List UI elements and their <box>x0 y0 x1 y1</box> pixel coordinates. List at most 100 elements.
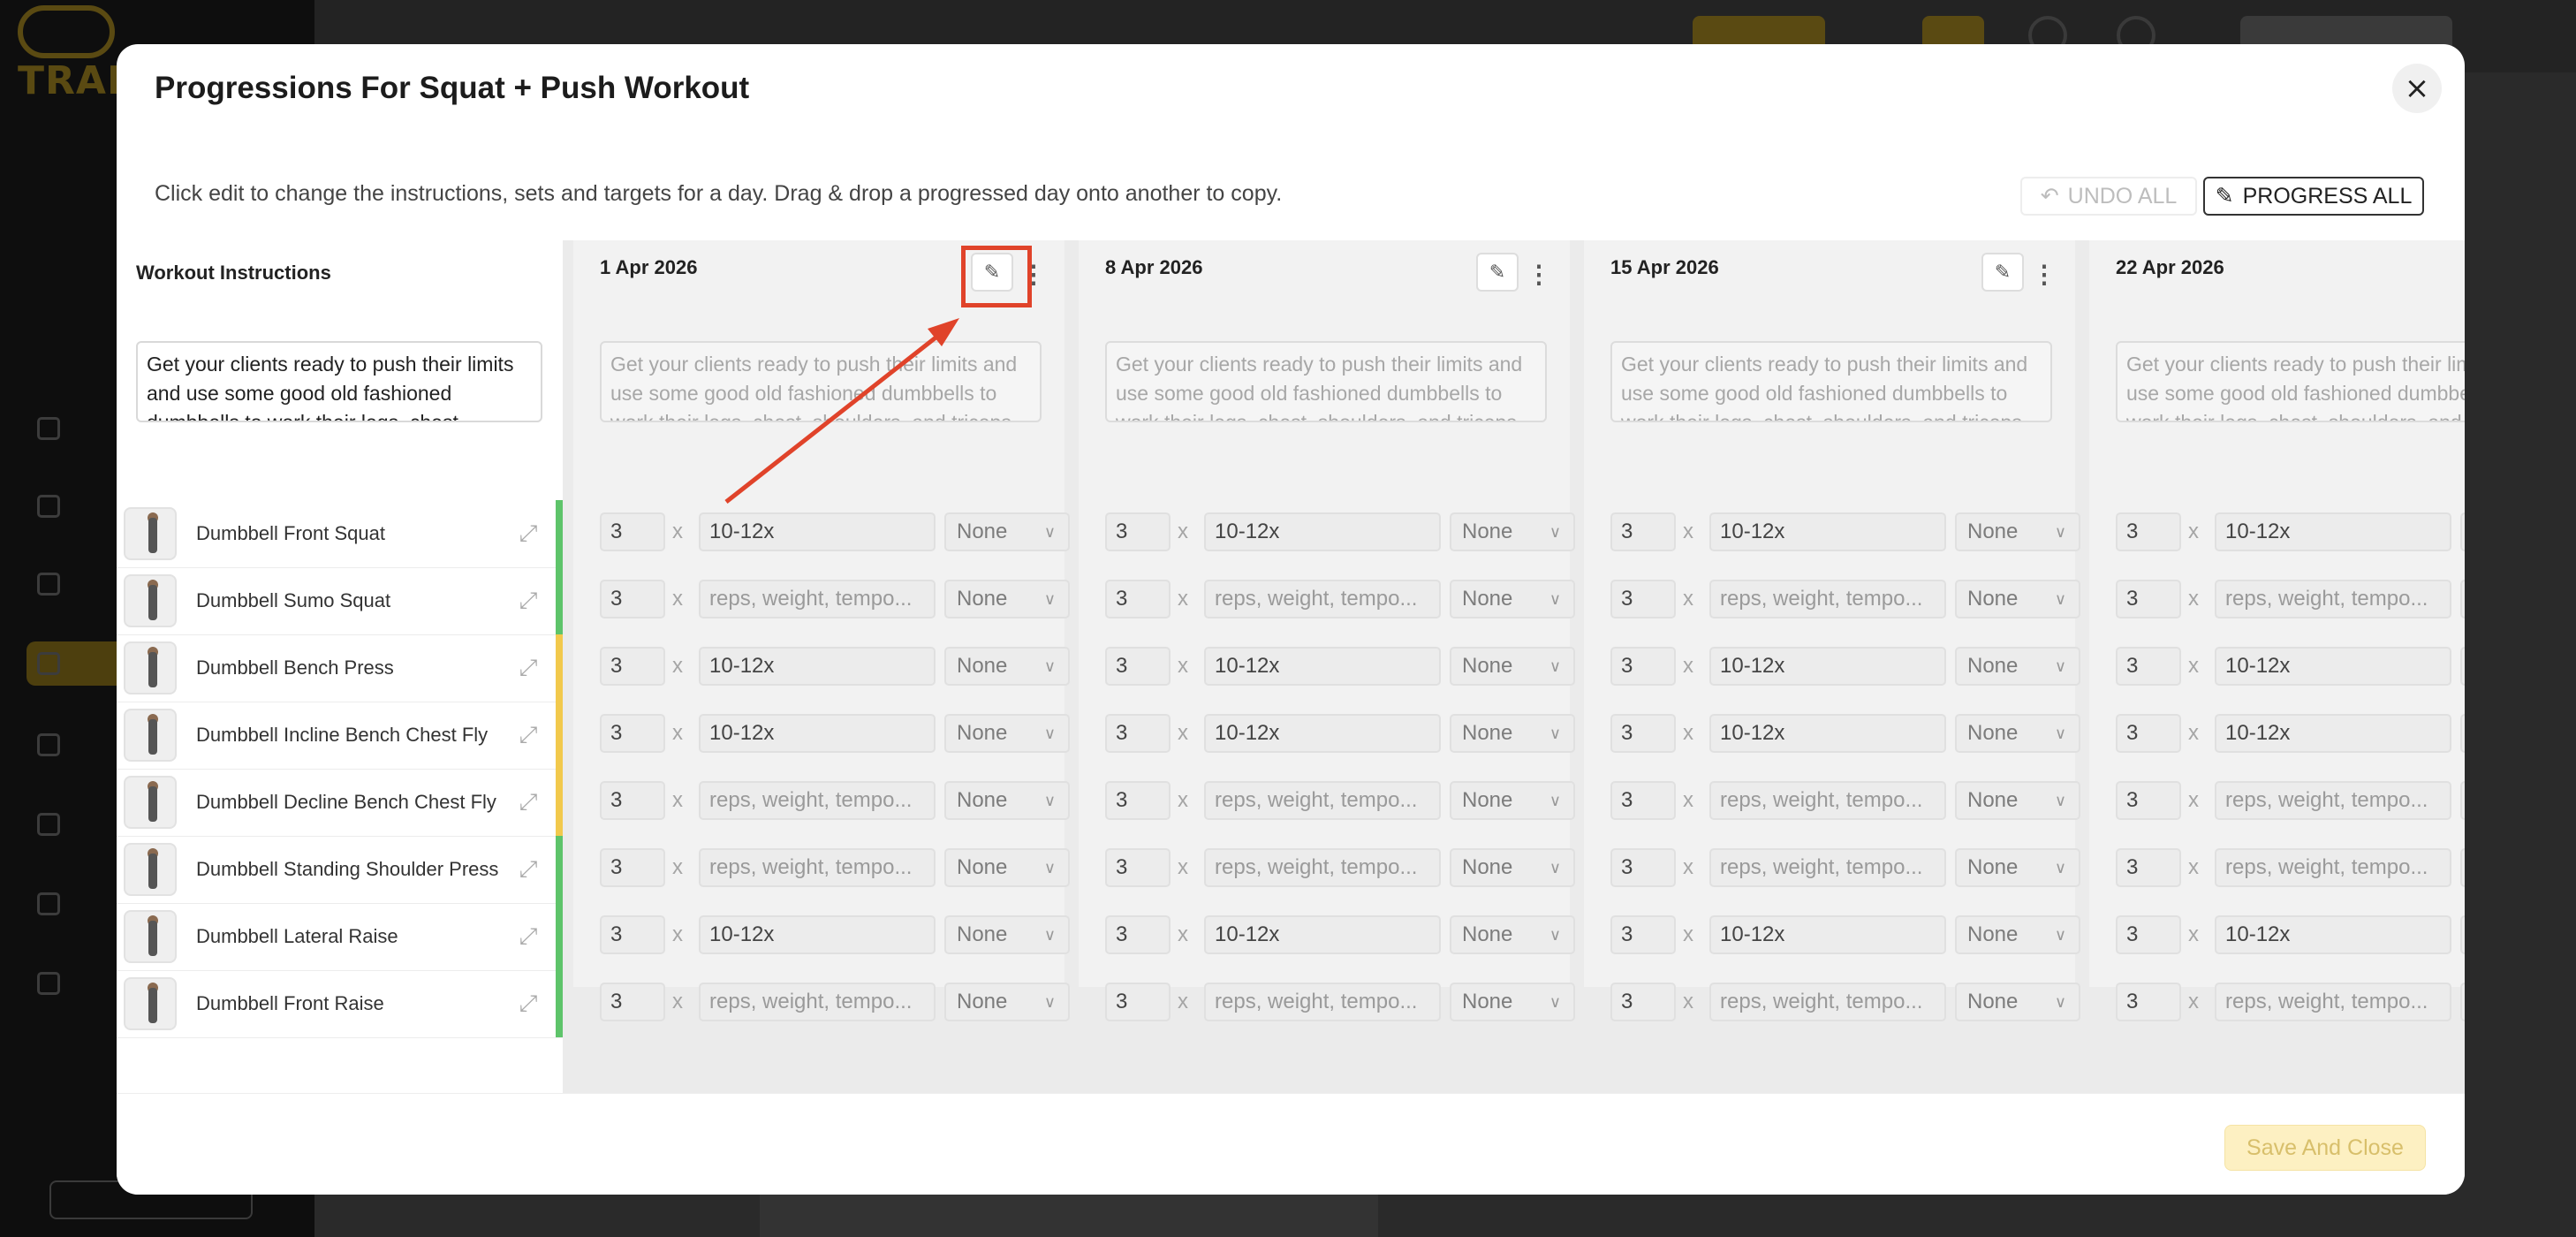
day-column[interactable]: 8 Apr 2026 ✎ ⋮ Get your clients ready to pu… <box>1079 240 1575 1021</box>
day-column[interactable]: 1 Apr 2026 ✎ ⋮ Get your clients ready to pu… <box>573 240 1070 1021</box>
type-select[interactable]: None∨ <box>1450 983 1575 1021</box>
sets-input[interactable]: 3 <box>1105 714 1171 753</box>
target-input[interactable]: 10-12x <box>699 647 936 686</box>
sets-input[interactable]: 3 <box>2116 848 2181 887</box>
type-select[interactable]: None∨ <box>944 781 1070 820</box>
target-input[interactable]: 10-12x <box>699 714 936 753</box>
target-input[interactable]: reps, weight, tempo... <box>699 848 936 887</box>
exercise-row[interactable]: Dumbbell Bench Press ⤢ <box>117 634 563 702</box>
sets-input[interactable]: 3 <box>1105 512 1171 551</box>
edit-day-button[interactable]: ✎ <box>1981 253 2024 292</box>
sets-input[interactable]: 3 <box>1610 781 1676 820</box>
type-select[interactable]: None∨ <box>944 647 1070 686</box>
exercise-row[interactable]: Dumbbell Sumo Squat ⤢ <box>117 567 563 634</box>
sets-input[interactable]: 3 <box>600 512 665 551</box>
target-input[interactable]: reps, weight, tempo... <box>1709 580 1946 618</box>
target-input[interactable]: 10-12x <box>1709 512 1946 551</box>
target-input[interactable]: 10-12x <box>2215 647 2451 686</box>
exercise-row[interactable]: Dumbbell Standing Shoulder Press ⤢ <box>117 836 563 903</box>
type-select[interactable]: None∨ <box>944 512 1070 551</box>
target-input[interactable]: reps, weight, tempo... <box>1204 983 1441 1021</box>
sets-input[interactable]: 3 <box>1610 915 1676 954</box>
sets-input[interactable]: 3 <box>2116 983 2181 1021</box>
type-select[interactable]: None∨ <box>1955 512 2080 551</box>
sets-input[interactable]: 3 <box>1105 915 1171 954</box>
day-instructions-input[interactable]: Get your clients ready to push their lim… <box>600 341 1042 422</box>
target-input[interactable]: reps, weight, tempo... <box>2215 580 2451 618</box>
sets-input[interactable]: 3 <box>2116 580 2181 618</box>
drag-handle-icon[interactable]: ⤢ <box>513 586 543 616</box>
drag-handle-icon[interactable]: ⤢ <box>513 854 543 884</box>
target-input[interactable]: 10-12x <box>699 512 936 551</box>
day-column[interactable]: 22 Apr 2026✎⋮Get your clients ready to p… <box>2089 240 2465 1021</box>
sets-input[interactable]: 3 <box>1105 983 1171 1021</box>
sets-input[interactable]: 3 <box>2116 647 2181 686</box>
exercise-row[interactable]: Dumbbell Decline Bench Chest Fly ⤢ <box>117 769 563 836</box>
edit-day-button[interactable]: ✎ <box>1476 253 1519 292</box>
kebab-icon[interactable]: ⋮ <box>1527 256 1551 292</box>
workout-instructions-input[interactable]: Get your clients ready to push their lim… <box>136 341 542 422</box>
target-input[interactable]: reps, weight, tempo... <box>2215 848 2451 887</box>
sets-input[interactable]: 3 <box>1610 983 1676 1021</box>
day-instructions-input[interactable]: Get your clients ready to push their lim… <box>2116 341 2465 422</box>
target-input[interactable]: 10-12x <box>2215 915 2451 954</box>
drag-handle-icon[interactable]: ⤢ <box>513 720 543 750</box>
type-select[interactable]: None∨ <box>2460 781 2465 820</box>
sets-input[interactable]: 3 <box>600 714 665 753</box>
sets-input[interactable]: 3 <box>600 781 665 820</box>
sets-input[interactable]: 3 <box>1105 781 1171 820</box>
sets-input[interactable]: 3 <box>1610 580 1676 618</box>
target-input[interactable]: reps, weight, tempo... <box>699 983 936 1021</box>
exercise-row[interactable]: Dumbbell Front Squat ⤢ <box>117 500 563 567</box>
type-select[interactable]: None∨ <box>1955 580 2080 618</box>
type-select[interactable]: None∨ <box>944 580 1070 618</box>
target-input[interactable]: reps, weight, tempo... <box>1204 781 1441 820</box>
type-select[interactable]: None∨ <box>944 848 1070 887</box>
day-instructions-input[interactable]: Get your clients ready to push their lim… <box>1105 341 1547 422</box>
type-select[interactable]: None∨ <box>2460 848 2465 887</box>
sets-input[interactable]: 3 <box>2116 781 2181 820</box>
type-select[interactable]: None∨ <box>1450 512 1575 551</box>
type-select[interactable]: None∨ <box>1450 714 1575 753</box>
sets-input[interactable]: 3 <box>600 915 665 954</box>
sets-input[interactable]: 3 <box>2116 512 2181 551</box>
target-input[interactable]: 10-12x <box>1204 714 1441 753</box>
type-select[interactable]: None∨ <box>2460 983 2465 1021</box>
type-select[interactable]: None∨ <box>944 915 1070 954</box>
target-input[interactable]: 10-12x <box>2215 512 2451 551</box>
drag-handle-icon[interactable]: ⤢ <box>513 787 543 817</box>
target-input[interactable]: reps, weight, tempo... <box>699 781 936 820</box>
target-input[interactable]: 10-12x <box>1204 915 1441 954</box>
drag-handle-icon[interactable]: ⤢ <box>513 922 543 952</box>
type-select[interactable]: None∨ <box>1955 915 2080 954</box>
sets-input[interactable]: 3 <box>1610 848 1676 887</box>
save-and-close-button[interactable]: Save And Close <box>2224 1125 2426 1171</box>
sets-input[interactable]: 3 <box>600 647 665 686</box>
target-input[interactable]: reps, weight, tempo... <box>699 580 936 618</box>
type-select[interactable]: None∨ <box>2460 714 2465 753</box>
type-select[interactable]: None∨ <box>944 983 1070 1021</box>
type-select[interactable]: None∨ <box>1955 848 2080 887</box>
target-input[interactable]: 10-12x <box>2215 714 2451 753</box>
sets-input[interactable]: 3 <box>1105 848 1171 887</box>
sets-input[interactable]: 3 <box>1610 647 1676 686</box>
sets-input[interactable]: 3 <box>600 848 665 887</box>
type-select[interactable]: None∨ <box>1450 580 1575 618</box>
progress-all-button[interactable]: ✎ PROGRESS ALL <box>2203 177 2424 216</box>
target-input[interactable]: reps, weight, tempo... <box>1709 848 1946 887</box>
close-button[interactable]: × <box>2392 64 2442 113</box>
target-input[interactable]: 10-12x <box>1709 915 1946 954</box>
type-select[interactable]: None∨ <box>2460 647 2465 686</box>
undo-all-button[interactable]: ↶ UNDO ALL <box>2020 177 2197 216</box>
type-select[interactable]: None∨ <box>2460 580 2465 618</box>
drag-handle-icon[interactable]: ⤢ <box>513 519 543 549</box>
exercise-row[interactable]: Dumbbell Lateral Raise ⤢ <box>117 903 563 970</box>
type-select[interactable]: None∨ <box>944 714 1070 753</box>
type-select[interactable]: None∨ <box>1450 781 1575 820</box>
drag-handle-icon[interactable]: ⤢ <box>513 653 543 683</box>
sets-input[interactable]: 3 <box>600 983 665 1021</box>
sets-input[interactable]: 3 <box>2116 714 2181 753</box>
target-input[interactable]: 10-12x <box>1204 647 1441 686</box>
type-select[interactable]: None∨ <box>2460 512 2465 551</box>
type-select[interactable]: None∨ <box>1450 848 1575 887</box>
